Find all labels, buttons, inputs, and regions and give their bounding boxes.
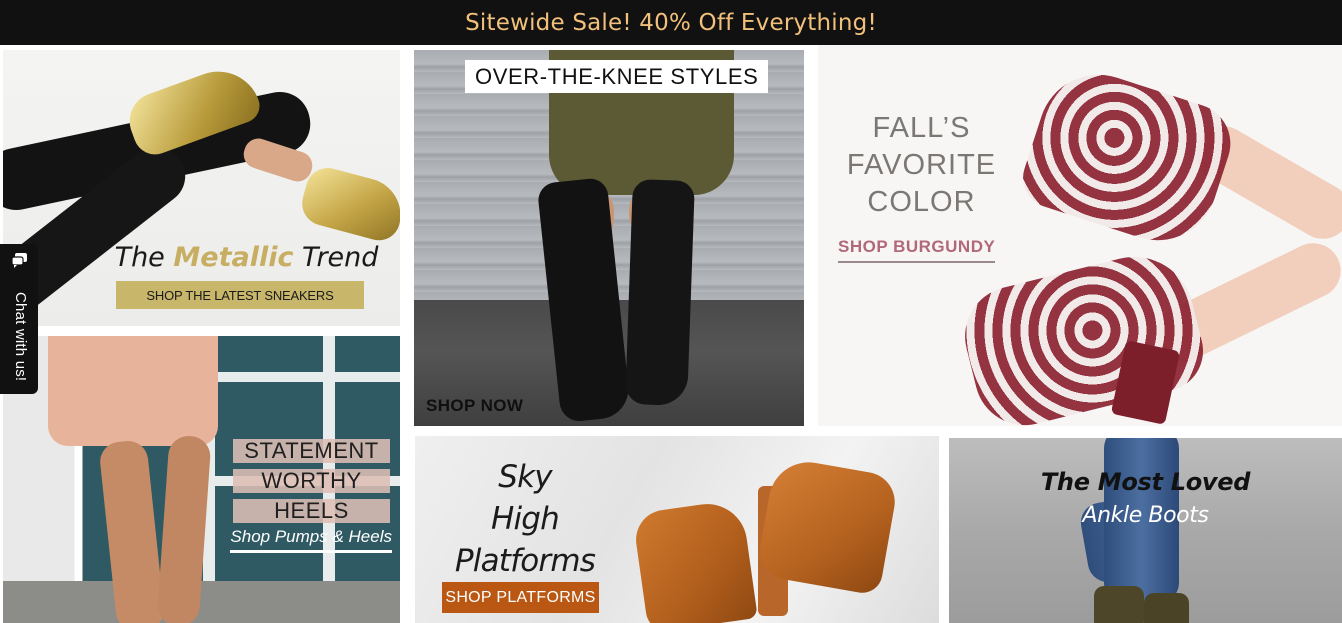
statement-word: WORTHY <box>233 468 390 493</box>
shop-pumps-heels-link[interactable]: Shop Pumps & Heels <box>230 527 392 553</box>
burgundy-tile[interactable]: FALL’S FAVORITE COLOR SHOP BURGUNDY <box>818 45 1342 426</box>
ankle-boots-subheading: Ankle Boots <box>1082 503 1209 528</box>
shop-burgundy-link[interactable]: SHOP BURGUNDY <box>838 237 996 263</box>
chat-widget-tab[interactable]: Chat with us! <box>0 244 38 394</box>
shop-platforms-button[interactable]: SHOP PLATFORMS <box>442 582 599 613</box>
heading-line: Sky <box>498 459 552 495</box>
chat-label: Chat with us! <box>12 292 29 382</box>
chat-bubble-icon <box>11 253 27 268</box>
ankle-boots-heading: The Most Loved <box>1040 468 1251 496</box>
over-the-knee-tile[interactable]: OVER-THE-KNEE STYLES SHOP NOW <box>414 50 804 426</box>
ankle-boot-image <box>1094 586 1144 623</box>
black-boot-image <box>625 178 695 407</box>
platforms-heading: Sky High Platforms <box>445 456 605 582</box>
promo-banner-text: Sitewide Sale! 40% Off Everything! <box>465 9 877 36</box>
metallic-trend-heading: The Metallic Trend <box>3 242 400 273</box>
shop-sneakers-button[interactable]: SHOP THE LATEST SNEAKERS <box>116 281 364 309</box>
statement-word: STATEMENT <box>233 438 390 463</box>
heading-line: Platforms <box>454 543 596 579</box>
ankle-boot-image <box>1144 593 1189 623</box>
heading-line: High <box>490 501 560 537</box>
ankle-boots-tile[interactable]: The Most Loved Ankle Boots <box>949 438 1342 623</box>
statement-heels-tile[interactable]: STATEMENT WORTHY HEELS Shop Pumps & Heel… <box>3 336 400 623</box>
sidewalk-image <box>3 581 400 623</box>
heading-line: COLOR <box>867 186 976 218</box>
burgundy-heel-image <box>954 244 1212 426</box>
shop-now-link[interactable]: SHOP NOW <box>426 396 523 416</box>
platforms-tile[interactable]: Sky High Platforms SHOP PLATFORMS <box>415 436 939 623</box>
burgundy-heading: FALL’S FAVORITE COLOR <box>844 110 999 221</box>
heading-line: FAVORITE <box>846 149 997 181</box>
pink-dress-image <box>48 336 218 446</box>
tan-platform-shoe-image <box>632 498 758 623</box>
heading-text: The <box>114 242 174 273</box>
metallic-trend-tile[interactable]: The Metallic Trend SHOP THE LATEST SNEAK… <box>3 50 400 326</box>
promo-banner: Sitewide Sale! 40% Off Everything! <box>0 0 1342 45</box>
tan-platform-shoe-image <box>755 456 900 596</box>
heading-line: FALL’S <box>872 112 971 144</box>
window-frame <box>203 372 400 382</box>
heading-accent-text: Metallic <box>173 242 294 273</box>
over-the-knee-label: OVER-THE-KNEE STYLES <box>465 60 769 93</box>
heading-text: Trend <box>293 242 379 273</box>
statement-word: HEELS <box>233 498 390 523</box>
gold-sneaker-image <box>297 163 400 245</box>
burgundy-heel-image <box>1015 59 1241 256</box>
